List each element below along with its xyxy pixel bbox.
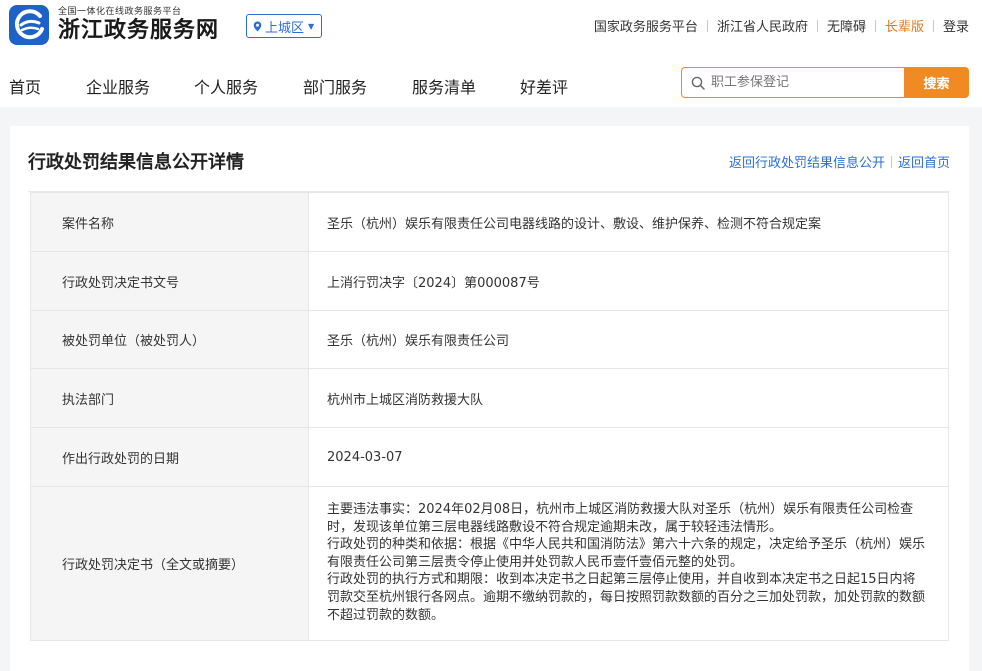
penalty-type-basis: 行政处罚的种类和依据：根据《中华人民共和国消防法》第六十六条的规定，决定给予圣乐… bbox=[327, 537, 926, 570]
search-icon bbox=[691, 76, 705, 90]
link-elder-version[interactable]: 长辈版 bbox=[885, 16, 924, 35]
table-row: 行政处罚决定书文号 上消行罚决字〔2024〕第000087号 bbox=[30, 251, 949, 311]
search-input[interactable] bbox=[711, 75, 891, 90]
row-value: 圣乐（杭州）娱乐有限责任公司 bbox=[308, 310, 949, 369]
breadcrumb-links: 返回行政处罚结果信息公开 返回首页 bbox=[729, 152, 950, 171]
back-to-home-link[interactable]: 返回首页 bbox=[898, 152, 950, 171]
table-row: 执法部门 杭州市上城区消防救援大队 bbox=[30, 368, 949, 428]
nav-service-list[interactable]: 服务清单 bbox=[412, 74, 476, 98]
login-link[interactable]: 登录 bbox=[943, 16, 969, 35]
row-label: 执法部门 bbox=[30, 368, 309, 428]
site-logo[interactable]: 全国一体化在线政务服务平台 浙江政务服务网 bbox=[9, 5, 219, 45]
row-label: 案件名称 bbox=[30, 192, 309, 252]
row-value: 上消行罚决字〔2024〕第000087号 bbox=[308, 251, 949, 311]
link-accessibility[interactable]: 无障碍 bbox=[827, 16, 866, 35]
row-label: 行政处罚决定书文号 bbox=[30, 251, 309, 311]
row-value: 圣乐（杭州）娱乐有限责任公司电器线路的设计、敷设、维护保养、检测不符合规定案 bbox=[308, 192, 949, 252]
table-row: 行政处罚决定书（全文或摘要） 主要违法事实：2024年02月08日，杭州市上城区… bbox=[30, 485, 949, 642]
search-button[interactable]: 搜索 bbox=[904, 67, 969, 98]
nav-home[interactable]: 首页 bbox=[9, 74, 41, 98]
logo-icon bbox=[9, 5, 49, 45]
region-selector[interactable]: 上城区 ▼ bbox=[246, 14, 323, 38]
divider bbox=[874, 19, 876, 32]
logo-subtitle: 全国一体化在线政务服务平台 bbox=[58, 6, 182, 17]
table-row: 案件名称 圣乐（杭州）娱乐有限责任公司电器线路的设计、敷设、维护保养、检测不符合… bbox=[30, 192, 949, 252]
row-value: 2024-03-07 bbox=[308, 427, 949, 487]
violation-facts: 主要违法事实：2024年02月08日，杭州市上城区消防救援大队对圣乐（杭州）娱乐… bbox=[327, 502, 914, 535]
location-pin-icon bbox=[253, 21, 262, 31]
row-label: 被处罚单位（被处罚人） bbox=[30, 310, 309, 369]
nav-personal-services[interactable]: 个人服务 bbox=[194, 74, 258, 98]
link-national-platform[interactable]: 国家政务服务平台 bbox=[594, 16, 698, 35]
decision-text: 主要违法事实：2024年02月08日，杭州市上城区消防救援大队对圣乐（杭州）娱乐… bbox=[308, 485, 949, 642]
table-row: 被处罚单位（被处罚人） 圣乐（杭州）娱乐有限责任公司 bbox=[30, 310, 949, 369]
divider bbox=[932, 19, 934, 32]
row-value: 杭州市上城区消防救援大队 bbox=[308, 368, 949, 428]
chevron-down-icon: ▼ bbox=[308, 21, 315, 31]
search-box bbox=[681, 67, 904, 98]
region-label: 上城区 bbox=[265, 20, 305, 36]
table-row: 作出行政处罚的日期 2024-03-07 bbox=[30, 427, 949, 487]
detail-panel: 行政处罚结果信息公开详情 返回行政处罚结果信息公开 返回首页 案件名称 圣乐（杭… bbox=[10, 126, 969, 671]
divider bbox=[706, 19, 708, 32]
penalty-info-table: 案件名称 圣乐（杭州）娱乐有限责任公司电器线路的设计、敷设、维护保养、检测不符合… bbox=[30, 192, 949, 642]
divider bbox=[816, 19, 818, 32]
logo-title: 浙江政务服务网 bbox=[58, 17, 220, 43]
execution-method-deadline: 行政处罚的执行方式和期限：收到本决定书之日起第三层停止使用，并自收到本决定书之日… bbox=[327, 572, 926, 623]
page-title: 行政处罚结果信息公开详情 bbox=[28, 152, 244, 173]
row-label: 作出行政处罚的日期 bbox=[30, 427, 309, 487]
nav-enterprise-services[interactable]: 企业服务 bbox=[86, 74, 150, 98]
divider bbox=[890, 155, 892, 168]
row-label: 行政处罚决定书（全文或摘要） bbox=[30, 485, 309, 642]
nav-department-services[interactable]: 部门服务 bbox=[303, 74, 367, 98]
top-links: 国家政务服务平台 浙江省人民政府 无障碍 长辈版 登录 bbox=[594, 16, 969, 35]
top-bar: 全国一体化在线政务服务平台 浙江政务服务网 上城区 ▼ 国家政务服务平台 浙江省… bbox=[0, 0, 982, 52]
back-to-list-link[interactable]: 返回行政处罚结果信息公开 bbox=[729, 152, 885, 171]
nav-good-bad-review[interactable]: 好差评 bbox=[520, 74, 568, 98]
link-zhejiang-government[interactable]: 浙江省人民政府 bbox=[717, 16, 808, 35]
search-bar: 搜索 bbox=[681, 67, 969, 98]
